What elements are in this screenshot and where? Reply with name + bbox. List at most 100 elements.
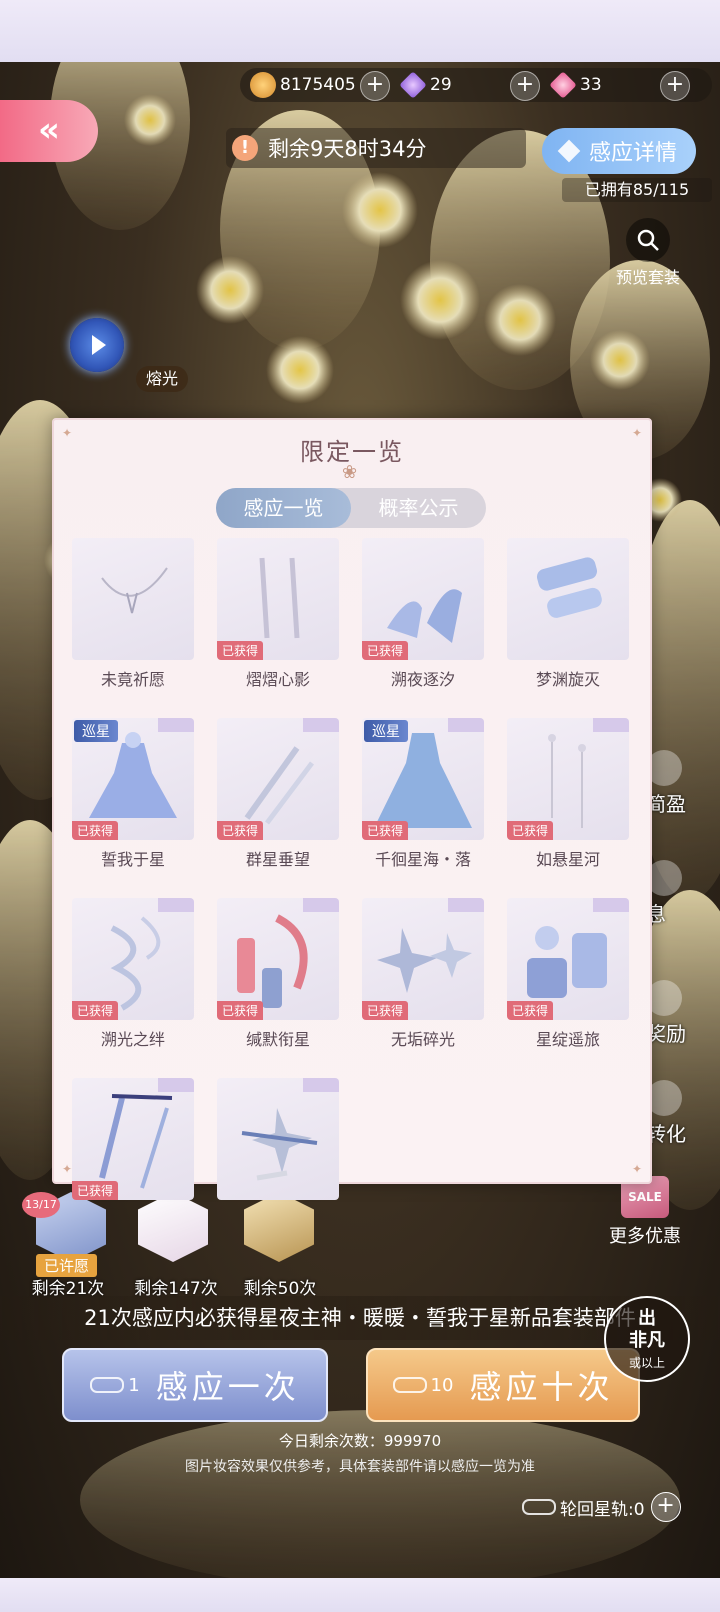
event-timer: ! 剩余9天8时34分: [226, 128, 526, 168]
corner-ribbon: [303, 718, 339, 732]
obtained-badge: 已获得: [72, 821, 119, 840]
tab-overview[interactable]: 感应一览: [216, 488, 351, 528]
add-orbit-button[interactable]: +: [650, 1492, 681, 1522]
corner-star-icon: ✦: [631, 1162, 642, 1176]
preview-set-button[interactable]: 预览套装: [606, 218, 690, 288]
bottom-strip: [0, 1578, 720, 1612]
corner-ribbon: [158, 718, 194, 732]
detail-label: 感应详情: [588, 141, 677, 166]
item-card[interactable]: 已获得 熠熠心影: [217, 538, 339, 708]
corner-star-icon: ✦: [62, 1162, 73, 1176]
star-badge: 巡星: [74, 720, 118, 742]
socks-icon: [536, 557, 602, 618]
flower-icon: ❀: [342, 462, 358, 483]
item-card[interactable]: 已获得无垢碎光: [362, 898, 484, 1068]
tab-probability[interactable]: 概率公示: [351, 488, 486, 528]
item-card[interactable]: [217, 1078, 339, 1248]
item-card[interactable]: 巡星 已获得 千徊星海・落: [362, 718, 484, 888]
seal-line1: 出: [638, 1308, 656, 1329]
back-button[interactable]: «: [0, 100, 98, 162]
item-card[interactable]: 已获得 溯夜逐汐: [362, 538, 484, 708]
pink-diamond-value: 33: [580, 75, 602, 95]
item-card[interactable]: 未竟祈愿: [72, 538, 194, 708]
play-icon[interactable]: [70, 318, 124, 372]
currency-bar: 8175405 + 29 + 33 +: [240, 68, 712, 102]
side-button-2[interactable]: 息: [646, 860, 686, 927]
item-thumbnail: 已获得: [507, 898, 629, 1020]
corner-ribbon: [303, 898, 339, 912]
item-name: 无垢碎光: [390, 1030, 455, 1049]
item-name: 如悬星河: [535, 850, 600, 869]
melt-label: 熔光: [136, 366, 189, 392]
item-thumbnail: [507, 538, 629, 660]
obtained-badge: 已获得: [362, 641, 409, 660]
item-card[interactable]: 已获得: [72, 1078, 194, 1248]
gold-value: 8175405: [280, 75, 356, 95]
item-card[interactable]: 巡星已获得誓我于星: [72, 718, 194, 888]
add-purple-diamond-button[interactable]: +: [510, 71, 540, 101]
search-icon: [626, 218, 670, 262]
hairpin-icon: [241, 1108, 318, 1181]
add-gold-button[interactable]: +: [360, 71, 390, 101]
item-thumbnail: 巡星 已获得: [72, 718, 194, 840]
item-card[interactable]: 已获得如悬星河: [507, 718, 629, 888]
more-deals-label: 更多优惠: [609, 1226, 681, 1247]
orbit-counter: 轮回星轨:0 +: [522, 1490, 702, 1524]
item-name: 誓我于星: [100, 850, 165, 869]
obtained-badge: 已获得: [507, 821, 554, 840]
side-label-1: 简盈: [646, 792, 686, 816]
draw-ten-count: 10: [430, 1374, 454, 1396]
chain-icon: [392, 1377, 427, 1393]
obtained-badge: 已获得: [217, 1001, 264, 1020]
item-thumbnail: 已获得: [507, 718, 629, 840]
item-name: 缄默衔星: [245, 1030, 310, 1049]
obtained-badge: 已获得: [362, 1001, 409, 1020]
item-name: 熠熠心影: [245, 670, 310, 689]
obtained-badge: 已获得: [507, 1001, 554, 1020]
item-thumbnail: 已获得: [217, 718, 339, 840]
chain-icon: [90, 1377, 125, 1393]
item-card[interactable]: 梦渊旋灭: [507, 538, 629, 708]
draw-once-button[interactable]: 1 感应一次: [62, 1348, 328, 1422]
item-thumbnail: 已获得: [217, 538, 339, 660]
limited-overview-modal: ✦ ✦ ✦ ✦ 限定一览 ❀ 感应一览 概率公示 未竟祈愿 已获得 熠熠心影 已获得溯…: [52, 418, 652, 1200]
chain-icon: [522, 1499, 556, 1515]
remaining-today: 今日剩余次数：999970: [278, 1432, 442, 1450]
side-button-4[interactable]: 转化: [646, 1080, 686, 1147]
obtained-badge: 已获得: [217, 821, 264, 840]
tab-bar: 感应一览 概率公示: [216, 488, 486, 528]
item-card[interactable]: 已获得 溯光之绊: [72, 898, 194, 1068]
more-deals-button[interactable]: SALE 更多优惠: [590, 1176, 700, 1256]
item-name: 群星垂望: [245, 850, 310, 869]
counter-badge: 13/17: [22, 1192, 60, 1218]
top-strip: [0, 0, 720, 62]
corner-ribbon: [593, 718, 629, 732]
item-card[interactable]: 已获得群星垂望: [217, 718, 339, 888]
corner-ribbon: [593, 898, 629, 912]
side-button-1[interactable]: 简盈: [646, 750, 686, 817]
item-thumbnail: 已获得: [72, 898, 194, 1020]
pink-diamond-icon: [549, 71, 577, 99]
cat-coin-icon: [250, 72, 276, 98]
seal-line2: 非凡: [629, 1330, 665, 1351]
corner-ribbon: [448, 718, 484, 732]
seal-line3: 或以上: [628, 1356, 665, 1370]
corner-ribbon: [158, 898, 194, 912]
draw-ten-label: 感应十次: [469, 1368, 614, 1406]
draw-ten-button[interactable]: 10 感应十次: [366, 1348, 640, 1422]
side-label-2: 息: [646, 902, 666, 926]
item-card[interactable]: 已获得缄默衔星: [217, 898, 339, 1068]
item-thumbnail: 已获得: [72, 1078, 194, 1200]
side-button-3[interactable]: 奖励: [646, 980, 686, 1047]
add-pink-diamond-button[interactable]: +: [660, 71, 690, 101]
timer-text: 剩余9天8时34分: [268, 137, 427, 161]
draw-once-label: 感应一次: [155, 1368, 300, 1406]
corner-ribbon: [303, 1078, 339, 1092]
item-card[interactable]: 已获得 星绽遥旅: [507, 898, 629, 1068]
purple-diamond-currency: 29: [399, 68, 452, 102]
detail-button[interactable]: 感应详情: [542, 128, 696, 174]
pink-diamond-currency: 33: [549, 68, 602, 102]
owned-count: 已拥有85/115: [562, 178, 712, 202]
purple-diamond-icon: [399, 71, 427, 99]
corner-ribbon: [158, 1078, 194, 1092]
